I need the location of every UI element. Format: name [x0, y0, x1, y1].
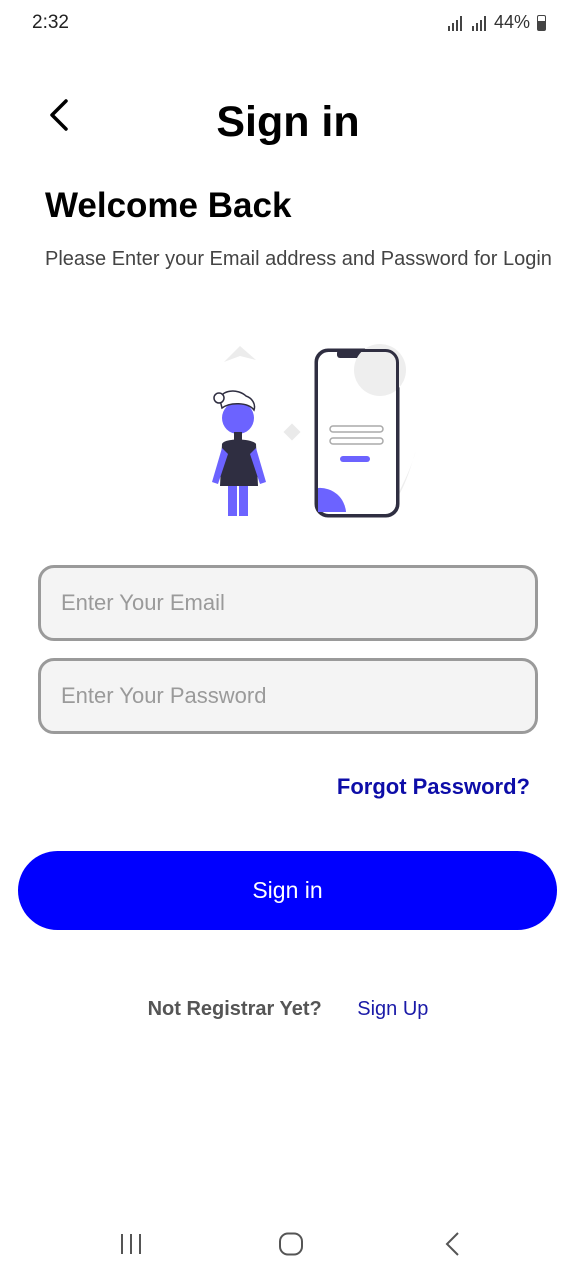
back-arrow-icon: [445, 1232, 459, 1256]
battery-icon: [537, 14, 546, 31]
system-nav-bar: [0, 1210, 576, 1280]
password-field[interactable]: [38, 658, 538, 734]
home-button[interactable]: [278, 1232, 304, 1261]
status-bar: 2:32 44%: [0, 0, 576, 48]
recent-apps-icon: [121, 1234, 141, 1254]
not-registered-text: Not Registrar Yet?: [147, 998, 322, 1020]
sign-in-button[interactable]: Sign in: [18, 851, 557, 930]
recent-apps-button[interactable]: [118, 1232, 144, 1261]
signup-prompt-row: Not Registrar Yet? Sign Up: [0, 998, 576, 1021]
email-field[interactable]: [38, 565, 538, 641]
welcome-subtitle: Please Enter your Email address and Pass…: [45, 248, 552, 270]
status-icons: 44%: [447, 12, 546, 33]
status-time: 2:32: [32, 12, 69, 33]
sign-up-link[interactable]: Sign Up: [357, 998, 428, 1020]
battery-percent: 44%: [493, 12, 530, 32]
system-back-button[interactable]: [442, 1230, 464, 1263]
home-icon: [279, 1232, 303, 1256]
welcome-heading: Welcome Back: [45, 186, 292, 225]
forgot-password-link[interactable]: Forgot Password?: [337, 774, 530, 800]
signal-icon: [447, 15, 462, 31]
signal-icon-2: [471, 15, 486, 31]
login-illustration: [200, 340, 430, 530]
page-title: Sign in: [216, 98, 360, 146]
